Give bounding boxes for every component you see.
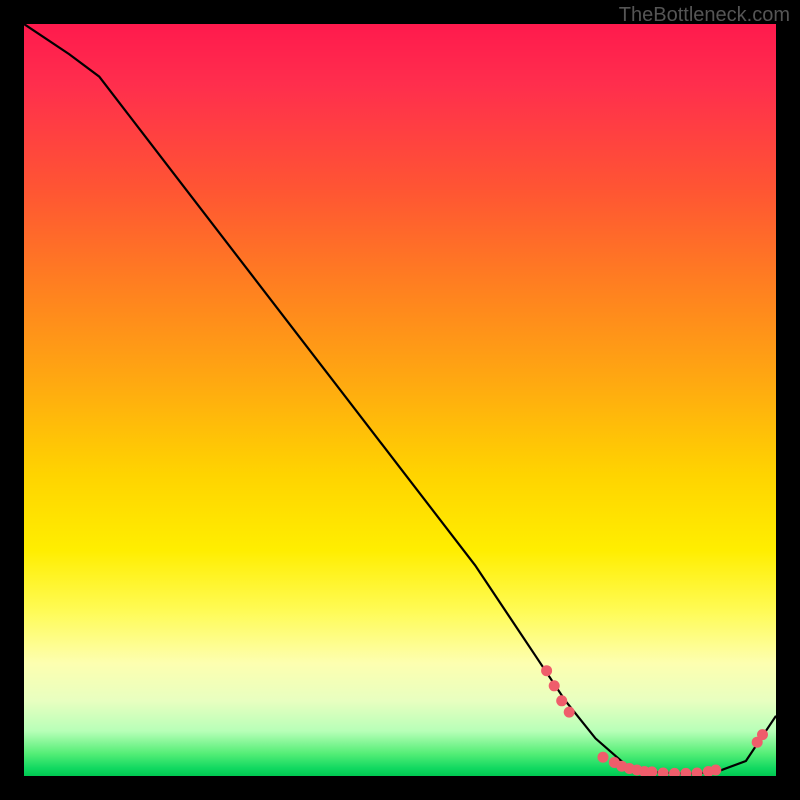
chart-marker — [757, 729, 768, 740]
chart-markers — [541, 665, 768, 776]
watermark-text: TheBottleneck.com — [619, 4, 790, 27]
chart-marker — [669, 768, 680, 776]
chart-marker — [549, 680, 560, 691]
chart-marker — [564, 707, 575, 718]
chart-marker — [556, 695, 567, 706]
chart-marker — [692, 768, 703, 777]
chart-svg — [24, 24, 776, 776]
chart-marker — [680, 768, 691, 776]
chart-marker — [598, 752, 609, 763]
chart-plot-area — [24, 24, 776, 776]
chart-curve — [24, 24, 776, 774]
chart-marker — [710, 765, 721, 776]
chart-marker — [541, 665, 552, 676]
chart-marker — [658, 768, 669, 777]
